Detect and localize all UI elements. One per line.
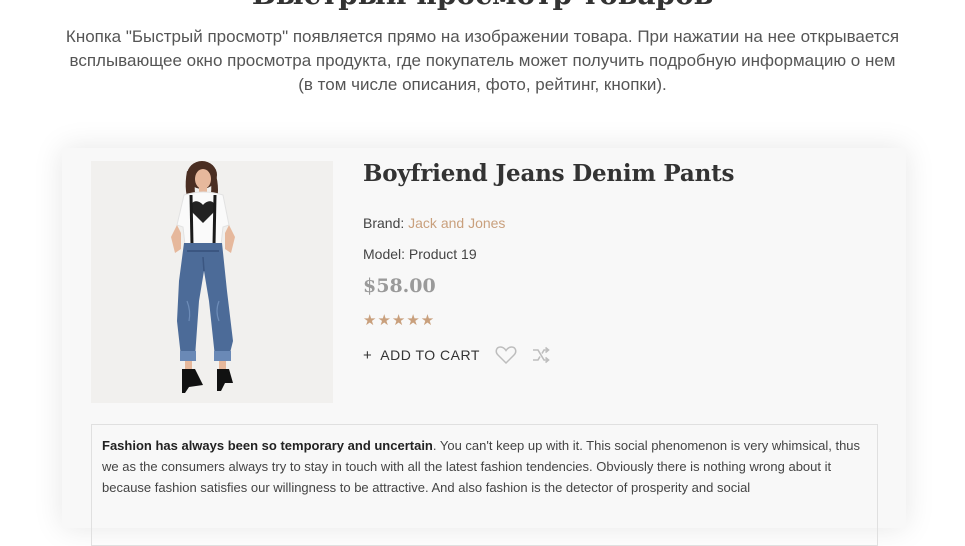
product-description: Fashion has always been so temporary and… (91, 424, 878, 546)
heart-icon (495, 346, 517, 365)
rating-stars: ★★★★★ (363, 312, 436, 329)
wishlist-button[interactable] (495, 345, 517, 365)
quick-view-popup: Boyfriend Jeans Denim Pants Brand: Jack … (62, 148, 906, 546)
shuffle-icon (532, 346, 550, 364)
compare-button[interactable] (532, 346, 550, 364)
add-to-cart-label: ADD TO CART (380, 347, 480, 363)
section-heading: Быстрый просмотр товаров (0, 0, 965, 12)
section-intro: Кнопка "Быстрый просмотр" появляется пря… (65, 27, 900, 94)
description-lead: Fashion has always been so temporary and… (102, 438, 433, 453)
product-title: Boyfriend Jeans Denim Pants (363, 160, 735, 187)
model-label: Model: (363, 246, 406, 262)
product-image[interactable] (91, 161, 333, 403)
add-to-cart-button[interactable]: + ADD TO CART (363, 347, 480, 364)
product-brand: Brand: Jack and Jones (363, 215, 505, 231)
product-actions: + ADD TO CART (363, 344, 550, 366)
product-photo-illustration (171, 161, 235, 393)
product-model: Model: Product 19 (363, 246, 477, 262)
model-value: Product 19 (408, 246, 477, 262)
plus-icon: + (363, 346, 373, 364)
product-price: $58.00 (363, 275, 436, 297)
brand-link[interactable]: Jack and Jones (408, 215, 505, 231)
brand-label: Brand: (363, 215, 405, 231)
